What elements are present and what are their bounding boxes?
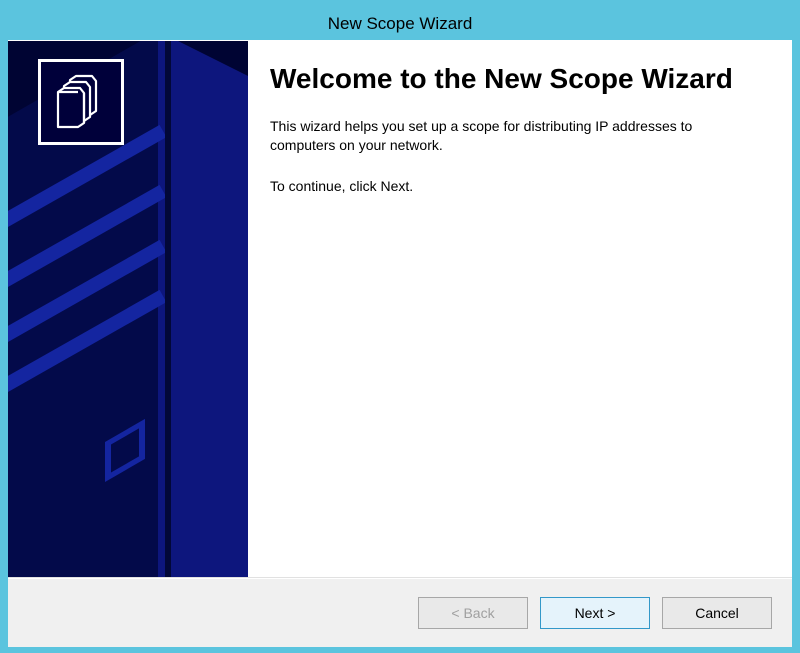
wizard-main: Welcome to the New Scope Wizard This wiz… (8, 41, 792, 578)
wizard-illustration (8, 41, 248, 577)
back-button: < Back (418, 597, 528, 629)
wizard-description: This wizard helps you set up a scope for… (270, 117, 758, 155)
next-button[interactable]: Next > (540, 597, 650, 629)
window-title: New Scope Wizard (328, 14, 473, 33)
window-body: Welcome to the New Scope Wizard This wiz… (8, 40, 792, 645)
wizard-instruction: To continue, click Next. (270, 177, 758, 196)
wizard-content: Welcome to the New Scope Wizard This wiz… (248, 41, 792, 577)
button-row: < Back Next > Cancel (8, 578, 792, 647)
window-frame: New Scope Wizard (0, 0, 800, 653)
title-bar[interactable]: New Scope Wizard (8, 8, 792, 40)
cancel-button[interactable]: Cancel (662, 597, 772, 629)
folders-icon (38, 59, 124, 145)
wizard-heading: Welcome to the New Scope Wizard (270, 63, 758, 95)
